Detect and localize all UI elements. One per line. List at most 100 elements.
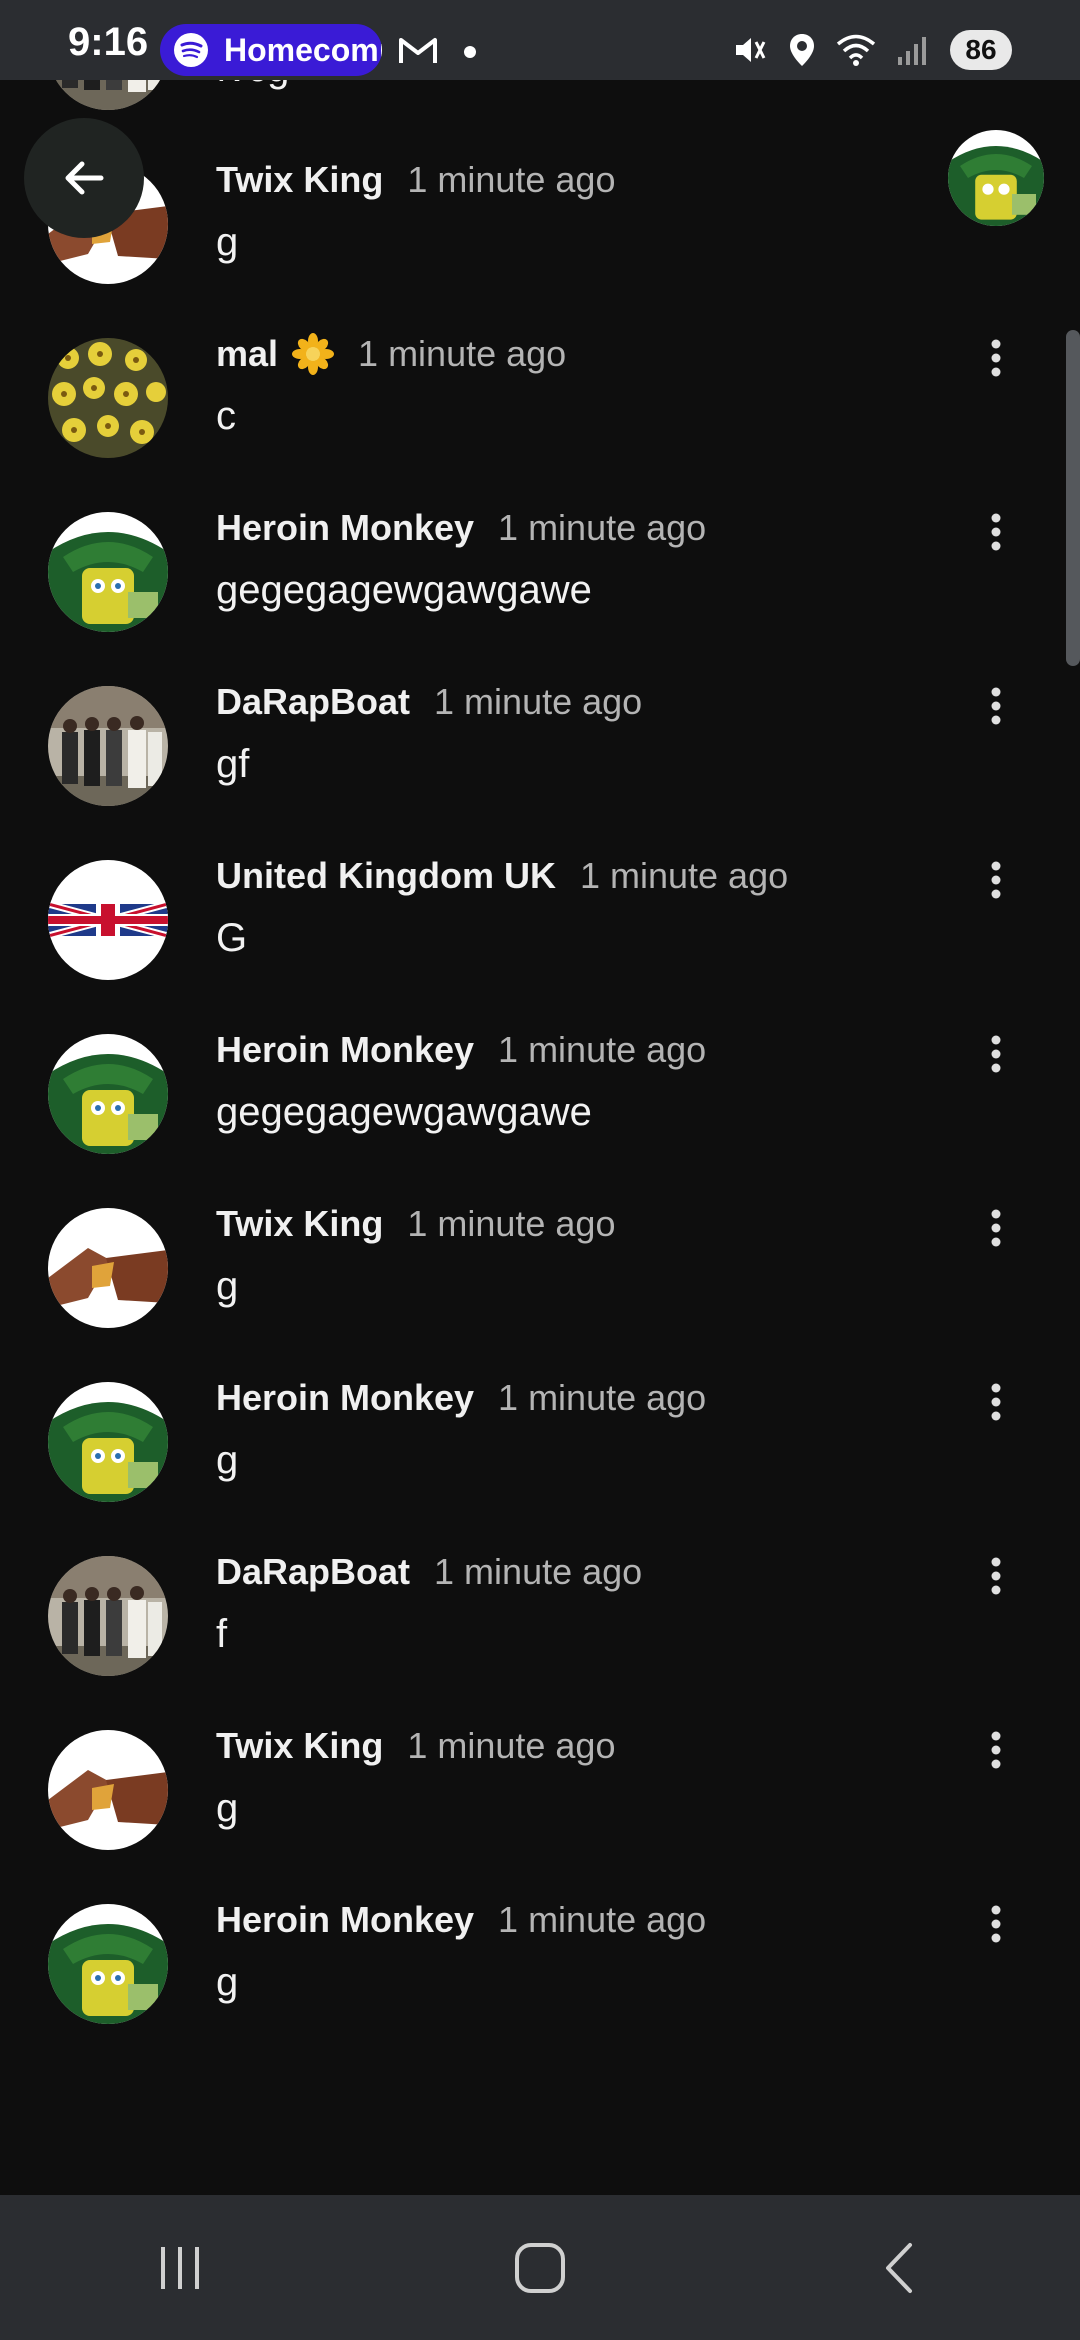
comment-item[interactable]: Heroin Monkey 1 minute ago gegegagewgawgaw… <box>0 1018 1080 1192</box>
comment-author[interactable]: Heroin Monkey <box>216 507 474 549</box>
comment-header: United Kingdom UK 1 minute ago <box>216 852 788 900</box>
comment-author[interactable]: DaRapBoat <box>216 681 410 723</box>
comment-item[interactable]: Twix King 1 minute ago g <box>0 1192 1080 1366</box>
recent-apps-button[interactable] <box>120 2218 240 2318</box>
comment-header: Twix King 1 minute ago <box>216 156 615 204</box>
comment-text: gegegagewgawgawe <box>216 568 592 612</box>
system-back-button[interactable] <box>840 2218 960 2318</box>
comment-author[interactable]: Heroin Monkey <box>216 1377 474 1419</box>
comment-author[interactable]: DaRapBoat <box>216 1551 410 1593</box>
more-options-button[interactable] <box>976 1374 1016 1434</box>
more-vertical-icon <box>990 1904 1002 1949</box>
comment-header: DaRapBoat 1 minute ago <box>216 678 642 726</box>
more-vertical-icon <box>990 686 1002 731</box>
avatar[interactable] <box>48 1556 168 1676</box>
comment-timestamp: 1 minute ago <box>579 855 789 896</box>
notification-dot <box>464 46 476 58</box>
more-vertical-icon <box>990 1382 1002 1427</box>
comment-item[interactable]: Heroin Monkey 1 minute ago g <box>0 1366 1080 1540</box>
avatar[interactable] <box>48 686 168 806</box>
more-options-button[interactable] <box>976 1026 1016 1086</box>
more-vertical-icon <box>990 1556 1002 1601</box>
comment-header: Heroin Monkey 1 minute ago <box>216 1374 706 1422</box>
comment-text: gegegagewgawgawe <box>216 1090 592 1134</box>
more-options-button[interactable] <box>976 1200 1016 1260</box>
comment-timestamp: 1 minute ago <box>358 333 567 374</box>
avatar[interactable] <box>48 1904 168 2024</box>
comment-item[interactable]: DaRapBoat1 minute agofvcg <box>0 80 1080 148</box>
avatar[interactable] <box>48 1208 168 1328</box>
comment-header: Heroin Monkey 1 minute ago <box>216 1896 706 1944</box>
comment-text: g <box>216 220 239 264</box>
home-icon <box>515 2242 565 2293</box>
wifi-icon <box>836 34 876 66</box>
comment-author[interactable]: Twix King <box>216 159 383 201</box>
comment-text: g <box>216 1264 239 1308</box>
comment-item[interactable]: Twix King 1 minute ago g <box>0 148 1080 322</box>
spotify-icon <box>174 33 208 67</box>
comment-text: g <box>216 1786 239 1830</box>
media-chip[interactable]: Homecoming <box>160 24 382 76</box>
comment-author[interactable]: United Kingdom UK <box>216 855 556 897</box>
more-vertical-icon <box>990 860 1002 905</box>
more-options-button[interactable] <box>976 1548 1016 1608</box>
comment-item[interactable]: Twix King 1 minute ago g <box>0 1714 1080 1888</box>
comment-author[interactable]: Heroin Monkey <box>216 1029 474 1071</box>
comment-text: g <box>216 1960 239 2004</box>
gmail-icon <box>399 38 437 63</box>
comment-timestamp: 1 minute ago <box>407 159 616 200</box>
more-options-button[interactable] <box>976 1722 1016 1782</box>
comment-author[interactable]: Twix King <box>216 1203 383 1245</box>
comment-item[interactable]: United Kingdom UK 1 minute ago G <box>0 844 1080 1018</box>
more-options-button[interactable] <box>976 1896 1016 1956</box>
more-vertical-icon <box>990 1034 1002 1079</box>
arrow-left-icon <box>65 161 104 195</box>
comment-text: gf <box>216 742 250 786</box>
avatar[interactable] <box>48 80 168 110</box>
comment-item[interactable]: mal 1 minute ago c <box>0 322 1080 496</box>
more-options-button[interactable] <box>976 504 1016 564</box>
comment-item[interactable]: DaRapBoat 1 minute ago gf <box>0 670 1080 844</box>
more-options-button[interactable] <box>976 330 1016 390</box>
comment-item[interactable]: Heroin Monkey 1 minute ago g <box>0 1888 1080 2062</box>
comment-timestamp: 1 minute ago <box>407 1203 616 1244</box>
comment-timestamp: 1 minute ago <box>434 681 643 722</box>
comment-list[interactable]: DaRapBoat1 minute agofvcg Twix King 1 minu… <box>0 80 1080 2195</box>
home-button[interactable] <box>480 2218 600 2318</box>
more-options-button[interactable] <box>976 852 1016 912</box>
navigation-bar <box>0 2195 1080 2340</box>
more-vertical-icon <box>990 338 1002 383</box>
comment-item[interactable]: DaRapBoat 1 minute ago f <box>0 1540 1080 1714</box>
avatar[interactable] <box>48 1730 168 1850</box>
comment-timestamp: 1 minute ago <box>407 1725 616 1766</box>
comment-header: mal 1 minute ago <box>216 330 566 378</box>
mute-vibrate-icon <box>736 38 766 62</box>
signal-icon <box>898 37 926 65</box>
scrollbar-thumb[interactable] <box>1066 330 1080 666</box>
avatar[interactable] <box>48 1034 168 1154</box>
comment-author[interactable]: Heroin Monkey <box>216 1899 474 1941</box>
comment-header: Twix King 1 minute ago <box>216 1722 615 1770</box>
current-user-avatar[interactable] <box>948 130 1044 226</box>
back-button[interactable] <box>24 118 144 238</box>
comment-author[interactable]: Twix King <box>216 1725 383 1767</box>
media-title: Homecoming <box>224 32 382 68</box>
avatar[interactable] <box>48 512 168 632</box>
system-icons: 86 <box>732 26 1012 74</box>
comment-text: f <box>216 1612 228 1656</box>
more-options-button[interactable] <box>976 678 1016 738</box>
battery-indicator: 86 <box>950 30 1012 70</box>
comment-author[interactable]: mal <box>216 333 278 375</box>
status-bar: 9:16 Homecoming <box>0 0 1080 80</box>
more-vertical-icon <box>990 512 1002 557</box>
comment-timestamp: 1 minute ago <box>498 1899 707 1940</box>
comment-text: g <box>216 1438 239 1482</box>
location-icon <box>790 34 814 66</box>
comment-header: DaRapBoat 1 minute ago <box>216 1548 642 1596</box>
comment-timestamp: 1 minute ago <box>434 1551 643 1592</box>
avatar[interactable] <box>48 1382 168 1502</box>
avatar[interactable] <box>48 860 168 980</box>
avatar[interactable] <box>48 338 168 458</box>
comment-item[interactable]: Heroin Monkey 1 minute ago gegegagewgawgaw… <box>0 496 1080 670</box>
more-vertical-icon <box>990 1730 1002 1775</box>
